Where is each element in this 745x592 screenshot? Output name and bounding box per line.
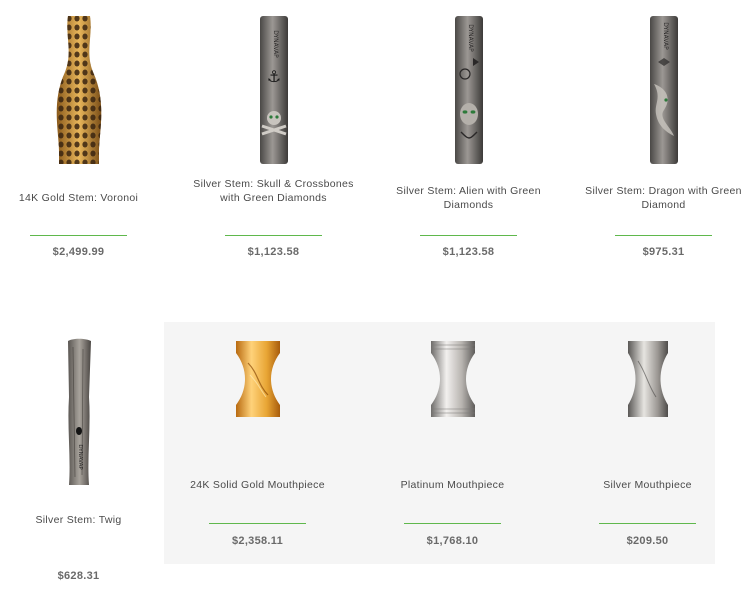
product-price: $2,358.11 xyxy=(231,535,284,547)
accent-divider xyxy=(404,523,501,524)
product-name: Silver Stem: Dragon with Green Diamond xyxy=(585,185,742,211)
product-price: $1,123.58 xyxy=(442,246,495,258)
product-price: $1,768.10 xyxy=(426,535,479,547)
product-name: Platinum Mouthpiece xyxy=(400,479,505,491)
svg-text:DYNAVAP: DYNAVAP xyxy=(272,30,279,58)
product-price: $2,499.99 xyxy=(52,246,105,258)
svg-text:⚓: ⚓ xyxy=(266,67,280,86)
product-price: $209.50 xyxy=(626,535,669,547)
accent-divider xyxy=(209,523,306,524)
accent-divider xyxy=(30,235,127,236)
accent-divider xyxy=(615,235,712,236)
accent-divider xyxy=(420,235,517,236)
accent-divider xyxy=(225,235,322,236)
product-price: $628.31 xyxy=(57,570,100,582)
svg-text:DYNAVAP: DYNAVAP xyxy=(467,24,474,52)
silver-twig-stem-image: DYNAVAP xyxy=(0,337,171,489)
silver-skull-stem-image: DYNAVAP ⚓ xyxy=(181,14,366,166)
silver-dragon-stem-image: DYNAVAP xyxy=(571,14,745,166)
silver-mouthpiece-image xyxy=(555,339,740,419)
product-name: Silver Mouthpiece xyxy=(603,479,692,491)
svg-text:DYNAVAP: DYNAVAP xyxy=(77,444,83,470)
product-name: Silver Stem: Skull & Crossbones with Gre… xyxy=(193,178,354,204)
platinum-mouthpiece-image xyxy=(360,339,545,419)
product-name: Silver Stem: Twig xyxy=(35,514,122,526)
product-name: Silver Stem: Alien with Green Diamonds xyxy=(396,185,541,211)
product-name: 14K Gold Stem: Voronoi xyxy=(18,192,139,204)
product-name: 24K Solid Gold Mouthpiece xyxy=(190,479,325,491)
product-price: $975.31 xyxy=(642,246,685,258)
product-price: $1,123.58 xyxy=(247,246,300,258)
svg-text:DYNAVAP: DYNAVAP xyxy=(662,22,669,50)
gold-mouthpiece-image xyxy=(165,339,350,419)
silver-alien-stem-image: DYNAVAP xyxy=(376,14,561,166)
accent-divider xyxy=(599,523,696,524)
gold-voronoi-stem-image xyxy=(0,14,171,166)
